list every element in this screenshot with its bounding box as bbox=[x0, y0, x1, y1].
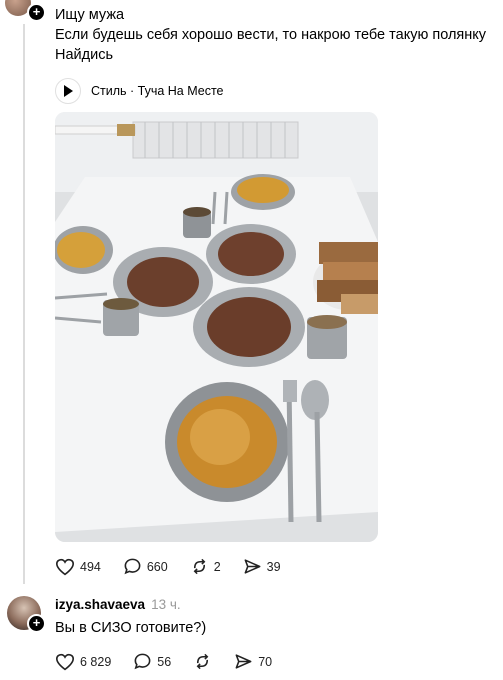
reply-username[interactable]: izya.shavaeva bbox=[55, 597, 145, 612]
reply-share-count: 70 bbox=[258, 654, 273, 669]
reply-header: izya.shavaeva 13 ч. bbox=[55, 595, 181, 615]
thread-line bbox=[23, 24, 25, 584]
like-button[interactable]: 494 bbox=[55, 558, 101, 576]
music-attachment[interactable]: Стиль · Туча На Месте bbox=[55, 78, 224, 104]
comment-button[interactable]: 660 bbox=[123, 557, 168, 576]
share-count: 39 bbox=[266, 559, 281, 574]
post-line1: Если будешь себя хорошо вести, то накрою… bbox=[55, 27, 487, 43]
post-title: Ищу мужа bbox=[55, 7, 125, 23]
repost-icon bbox=[193, 558, 206, 575]
like-count: 494 bbox=[80, 559, 101, 574]
heart-icon bbox=[55, 558, 75, 575]
reply-comment-count: 56 bbox=[157, 654, 172, 669]
reply-repost-button[interactable] bbox=[193, 652, 212, 671]
follow-plus-icon[interactable]: + bbox=[27, 3, 46, 22]
reply-like-count: 6 829 bbox=[80, 654, 112, 669]
reply-like-button[interactable]: 6 829 bbox=[55, 653, 111, 671]
reply-share-button[interactable]: 70 bbox=[234, 652, 272, 671]
comment-icon bbox=[124, 558, 141, 575]
share-icon bbox=[244, 559, 261, 574]
reply-comment-button[interactable]: 56 bbox=[133, 652, 171, 671]
repost-button[interactable]: 2 bbox=[190, 557, 221, 576]
reply-follow-plus-icon[interactable]: + bbox=[27, 614, 46, 633]
share-icon bbox=[235, 654, 252, 669]
reply-actions: 6 829 56 70 bbox=[55, 652, 272, 671]
reply-text: Вы в СИЗО готовите?) bbox=[55, 620, 207, 636]
post-line2: Найдись bbox=[55, 47, 113, 63]
post-actions: 494 660 2 39 bbox=[55, 557, 281, 576]
repost-icon bbox=[196, 653, 209, 670]
comment-icon bbox=[134, 653, 151, 670]
share-button[interactable]: 39 bbox=[243, 557, 281, 576]
comment-count: 660 bbox=[146, 559, 168, 574]
repost-count: 2 bbox=[213, 559, 221, 574]
music-label: Стиль · Туча На Месте bbox=[91, 84, 224, 98]
reply-time: 13 ч. bbox=[151, 597, 181, 612]
play-icon[interactable] bbox=[55, 78, 81, 104]
post-photo[interactable] bbox=[55, 112, 378, 542]
heart-icon bbox=[55, 653, 75, 670]
